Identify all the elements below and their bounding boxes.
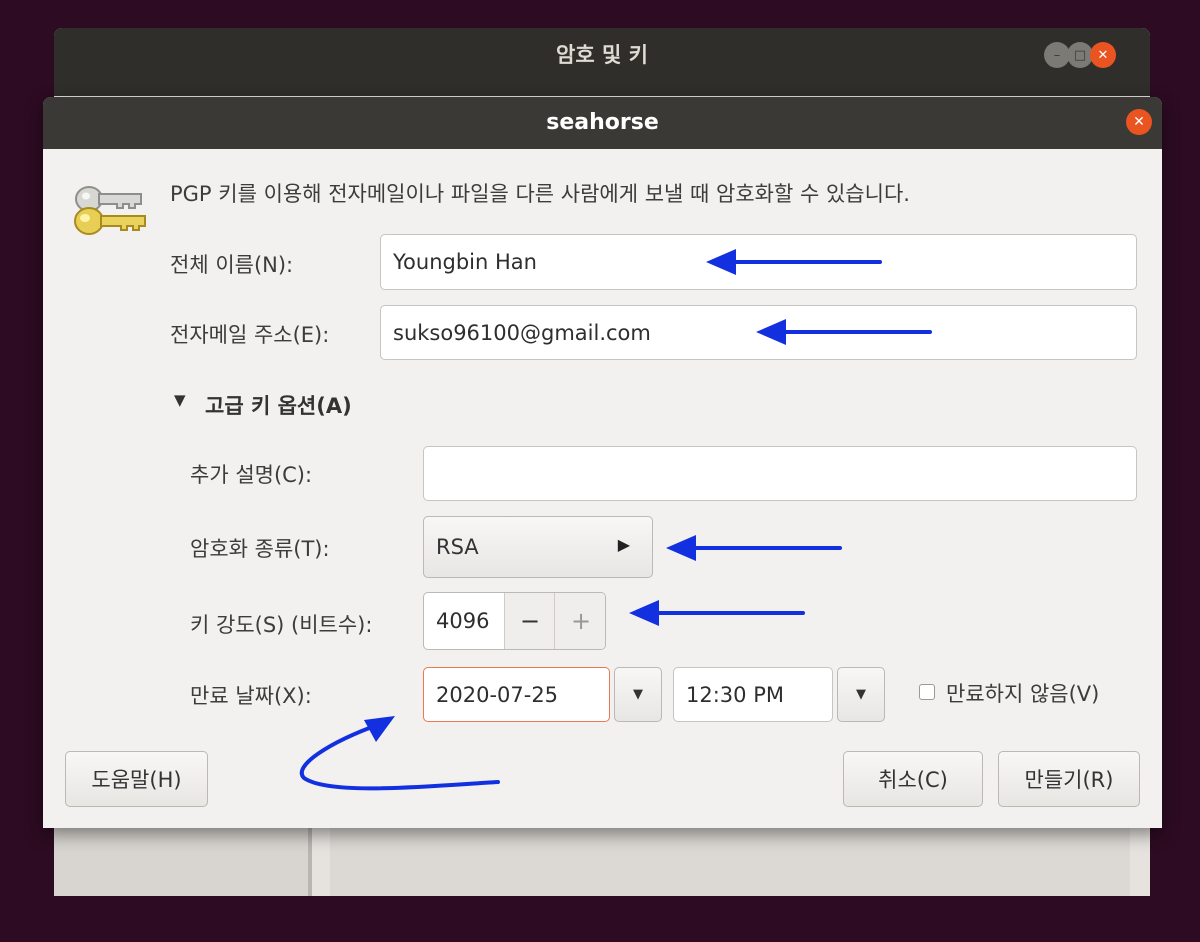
annotation-arrow-expiry <box>299 722 500 791</box>
annotation-arrowhead-enc-type <box>666 535 696 561</box>
annotation-arrowhead-email <box>756 319 786 345</box>
annotation-arrows <box>299 249 932 791</box>
annotation-arrowhead-fullname <box>706 249 736 275</box>
annotation-arrowhead-key-strength <box>629 600 659 626</box>
